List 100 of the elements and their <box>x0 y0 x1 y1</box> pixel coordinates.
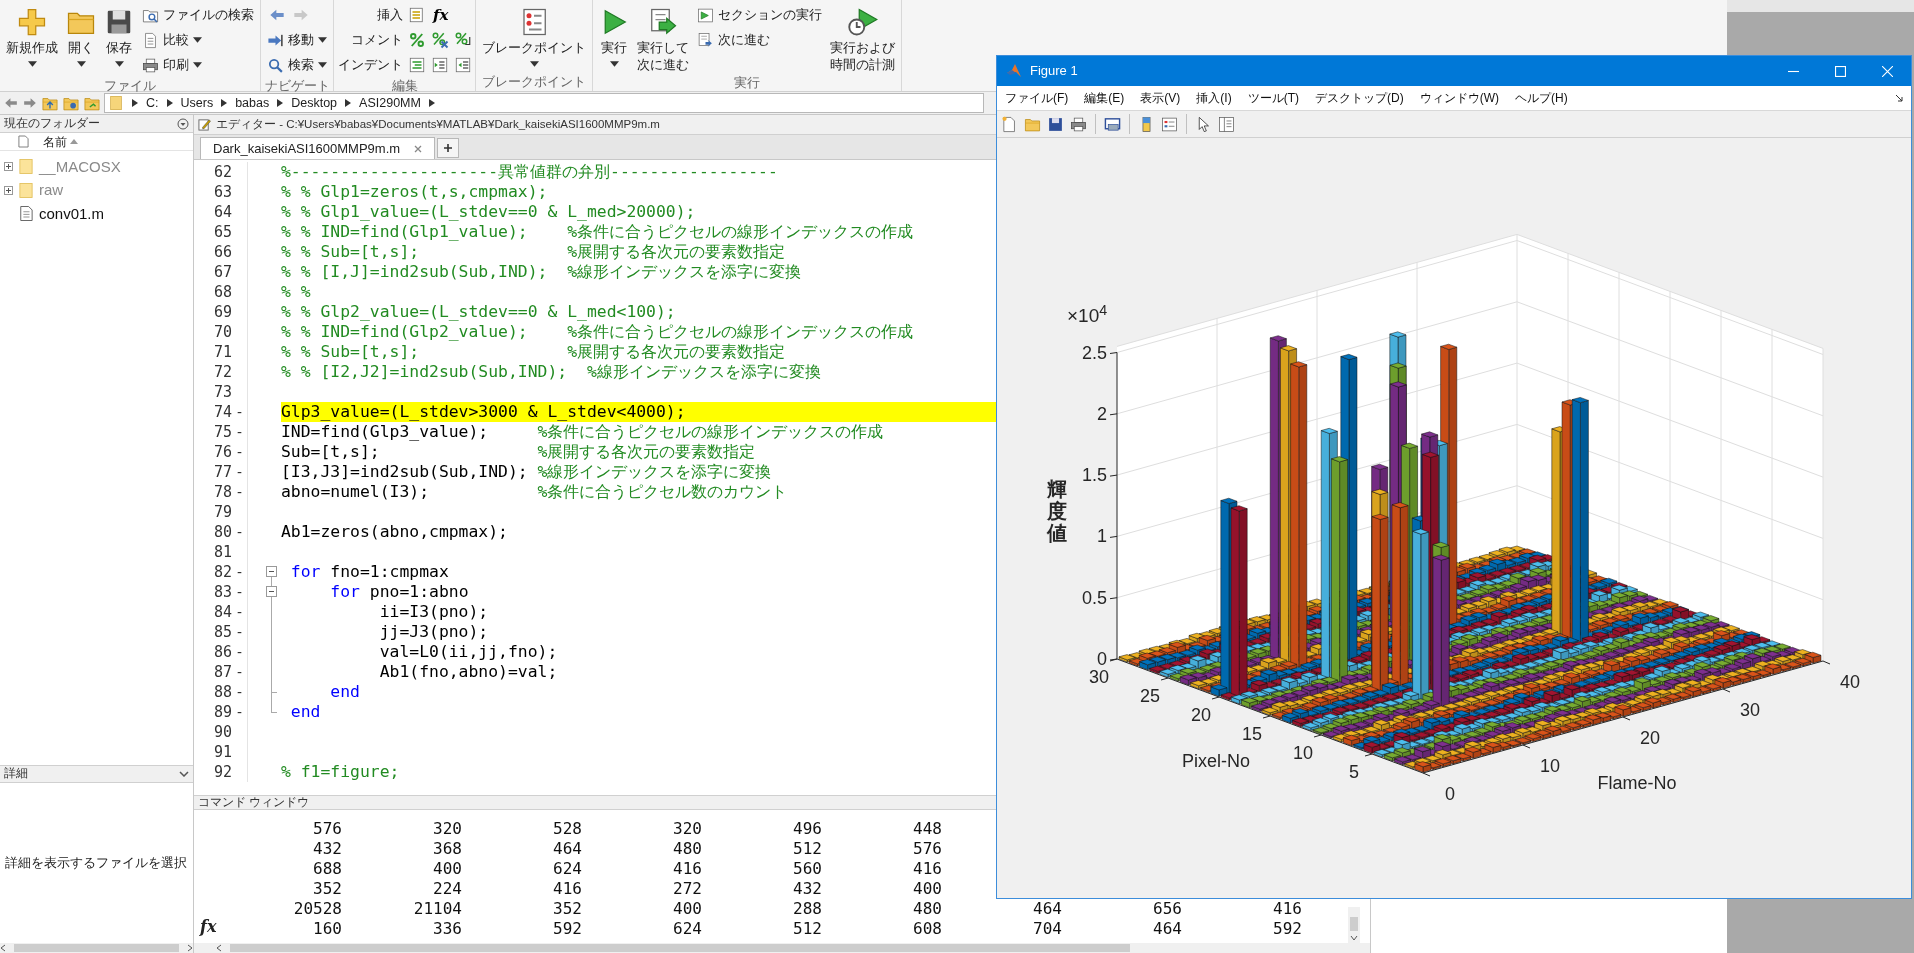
toolstrip-button[interactable]: 新規作成 <box>3 3 61 71</box>
output-value: 576 <box>912 839 942 859</box>
menu-item[interactable]: 表示(V) <box>1140 89 1181 107</box>
new-document-icon[interactable] <box>1001 115 1018 133</box>
toolstrip-button[interactable]: 次に進む <box>694 28 825 52</box>
code-line: Glp3_value=(L_stdev>3000 & L_stdev<4000); <box>281 402 686 422</box>
sort-up-icon <box>70 139 78 144</box>
toolstrip-button[interactable]: 比較 <box>139 28 257 52</box>
toolstrip-button[interactable]: 実行 <box>596 3 632 71</box>
path-segment[interactable]: Users <box>180 93 214 113</box>
menu-item[interactable]: デスクトップ(D) <box>1315 89 1404 107</box>
editor-tab[interactable]: Dark_kaisekiASI1600MMP9m.m <box>200 137 436 159</box>
line-number: 73 <box>212 382 232 402</box>
scroll-right-icon[interactable] <box>187 944 193 952</box>
document-icon[interactable] <box>408 6 426 24</box>
document-icon[interactable] <box>408 56 426 74</box>
scroll-left-icon[interactable] <box>216 944 222 952</box>
toolstrip-button[interactable]: ブレークポイント <box>479 3 589 71</box>
legend-icon[interactable] <box>1161 115 1178 133</box>
column-header[interactable]: 名前 <box>43 132 78 151</box>
toolstrip-button[interactable]: 保存 <box>101 3 137 71</box>
window-title: Figure 1 <box>1030 62 1079 81</box>
output-value: 416 <box>672 859 702 879</box>
new-tab-button[interactable] <box>437 138 460 158</box>
menu-item[interactable]: 挿入(I) <box>1196 89 1232 107</box>
collapse-icon[interactable] <box>266 566 277 577</box>
scrollbar[interactable] <box>194 943 1370 953</box>
scrollbar[interactable] <box>0 943 193 953</box>
tick-label: 30 <box>1089 667 1109 687</box>
menu-item[interactable]: ファイル(F) <box>1005 89 1069 107</box>
scroll-down-icon[interactable] <box>1350 935 1358 941</box>
tick-label: 2 <box>1097 403 1107 424</box>
collapse-icon[interactable] <box>266 586 277 597</box>
line-number: 63 <box>212 182 232 202</box>
function-button[interactable]: fx <box>431 6 451 24</box>
path-segment[interactable]: babas <box>235 93 270 113</box>
menu-item[interactable]: ウィンドウ(W) <box>1419 89 1499 107</box>
tick-label: 20 <box>1640 728 1660 748</box>
close-icon[interactable] <box>414 144 423 153</box>
percent-icon[interactable] <box>431 31 449 49</box>
code-line: val=L0(ii,jj,fno); <box>378 642 558 662</box>
toolstrip-button[interactable]: 検索 <box>264 53 330 77</box>
dropdown-icon[interactable] <box>177 117 189 130</box>
back-arrow-icon[interactable] <box>268 7 286 23</box>
line-number: 79 <box>212 502 232 522</box>
path-segment[interactable]: Desktop <box>291 93 338 113</box>
printer-icon[interactable] <box>1070 115 1087 133</box>
line-number: 70 <box>212 322 232 342</box>
document-icon <box>142 31 159 49</box>
toolstrip-button[interactable]: ファイルの検索 <box>139 3 257 27</box>
chevron-down-icon[interactable] <box>179 771 189 777</box>
plus-icon <box>443 143 454 153</box>
line-number: 75 <box>212 422 232 442</box>
menu-item[interactable]: 編集(E) <box>1084 89 1125 107</box>
address-bar[interactable]: C: Users babas Desktop ASI290MM <box>104 93 984 113</box>
maximize-icon[interactable] <box>1835 65 1846 77</box>
toolstrip-button[interactable]: セクションの実行 <box>694 3 825 27</box>
toolstrip-button[interactable]: 実行および 時間の計測 <box>827 3 898 74</box>
expand-icon[interactable] <box>4 162 13 172</box>
toolstrip-button[interactable]: 印刷 <box>139 53 257 77</box>
forward-arrow-icon[interactable] <box>22 96 38 110</box>
output-value: 432 <box>312 839 342 859</box>
search-icon <box>267 56 284 74</box>
scroll-left-icon[interactable] <box>0 944 6 952</box>
file-name[interactable]: __MACOSX <box>39 155 121 178</box>
code-line: end <box>289 702 321 722</box>
resize-icon[interactable] <box>1895 94 1903 102</box>
toolstrip-button[interactable]: 移動 <box>264 28 330 52</box>
line-number: 85 <box>212 622 232 642</box>
scrollbar[interactable] <box>1348 907 1360 943</box>
window-icon[interactable] <box>1104 115 1121 133</box>
expand-icon[interactable] <box>4 185 13 195</box>
output-value: 21104 <box>412 899 462 919</box>
percent-icon[interactable] <box>408 31 426 49</box>
line-number: 77 <box>212 462 232 482</box>
file-name[interactable]: raw <box>39 179 64 202</box>
tool-label: インデント <box>337 56 403 74</box>
outdent-icon[interactable] <box>454 56 472 74</box>
menu-item[interactable]: ヘルプ(H) <box>1515 89 1568 107</box>
output-value: 224 <box>432 879 462 899</box>
line-number: 72 <box>212 362 232 382</box>
path-segment[interactable]: ASI290MM <box>359 93 421 113</box>
back-arrow-icon[interactable] <box>3 96 19 110</box>
toolstrip-button[interactable]: 開く <box>63 3 99 71</box>
panel-title: 現在のフォルダー <box>4 115 100 131</box>
path-segment[interactable]: C: <box>146 93 159 113</box>
panel-icon[interactable] <box>1218 115 1235 133</box>
menu-item[interactable]: ツール(T) <box>1247 89 1299 107</box>
output-value: 160 <box>312 919 342 939</box>
indent-icon[interactable] <box>431 56 449 74</box>
file-name[interactable]: conv01.m <box>39 202 105 225</box>
scroll-thumb[interactable] <box>1350 917 1358 931</box>
toolstrip-button[interactable]: 実行して 次に進む <box>634 3 692 74</box>
script-file-icon <box>19 205 33 223</box>
output-value: 336 <box>432 919 462 939</box>
folder-icon <box>19 158 33 176</box>
line-number: 91 <box>212 742 232 762</box>
chevron-icon <box>277 99 284 107</box>
code-line: for fno=1:cmpmax <box>289 562 449 582</box>
line-number: 65 <box>212 222 232 242</box>
